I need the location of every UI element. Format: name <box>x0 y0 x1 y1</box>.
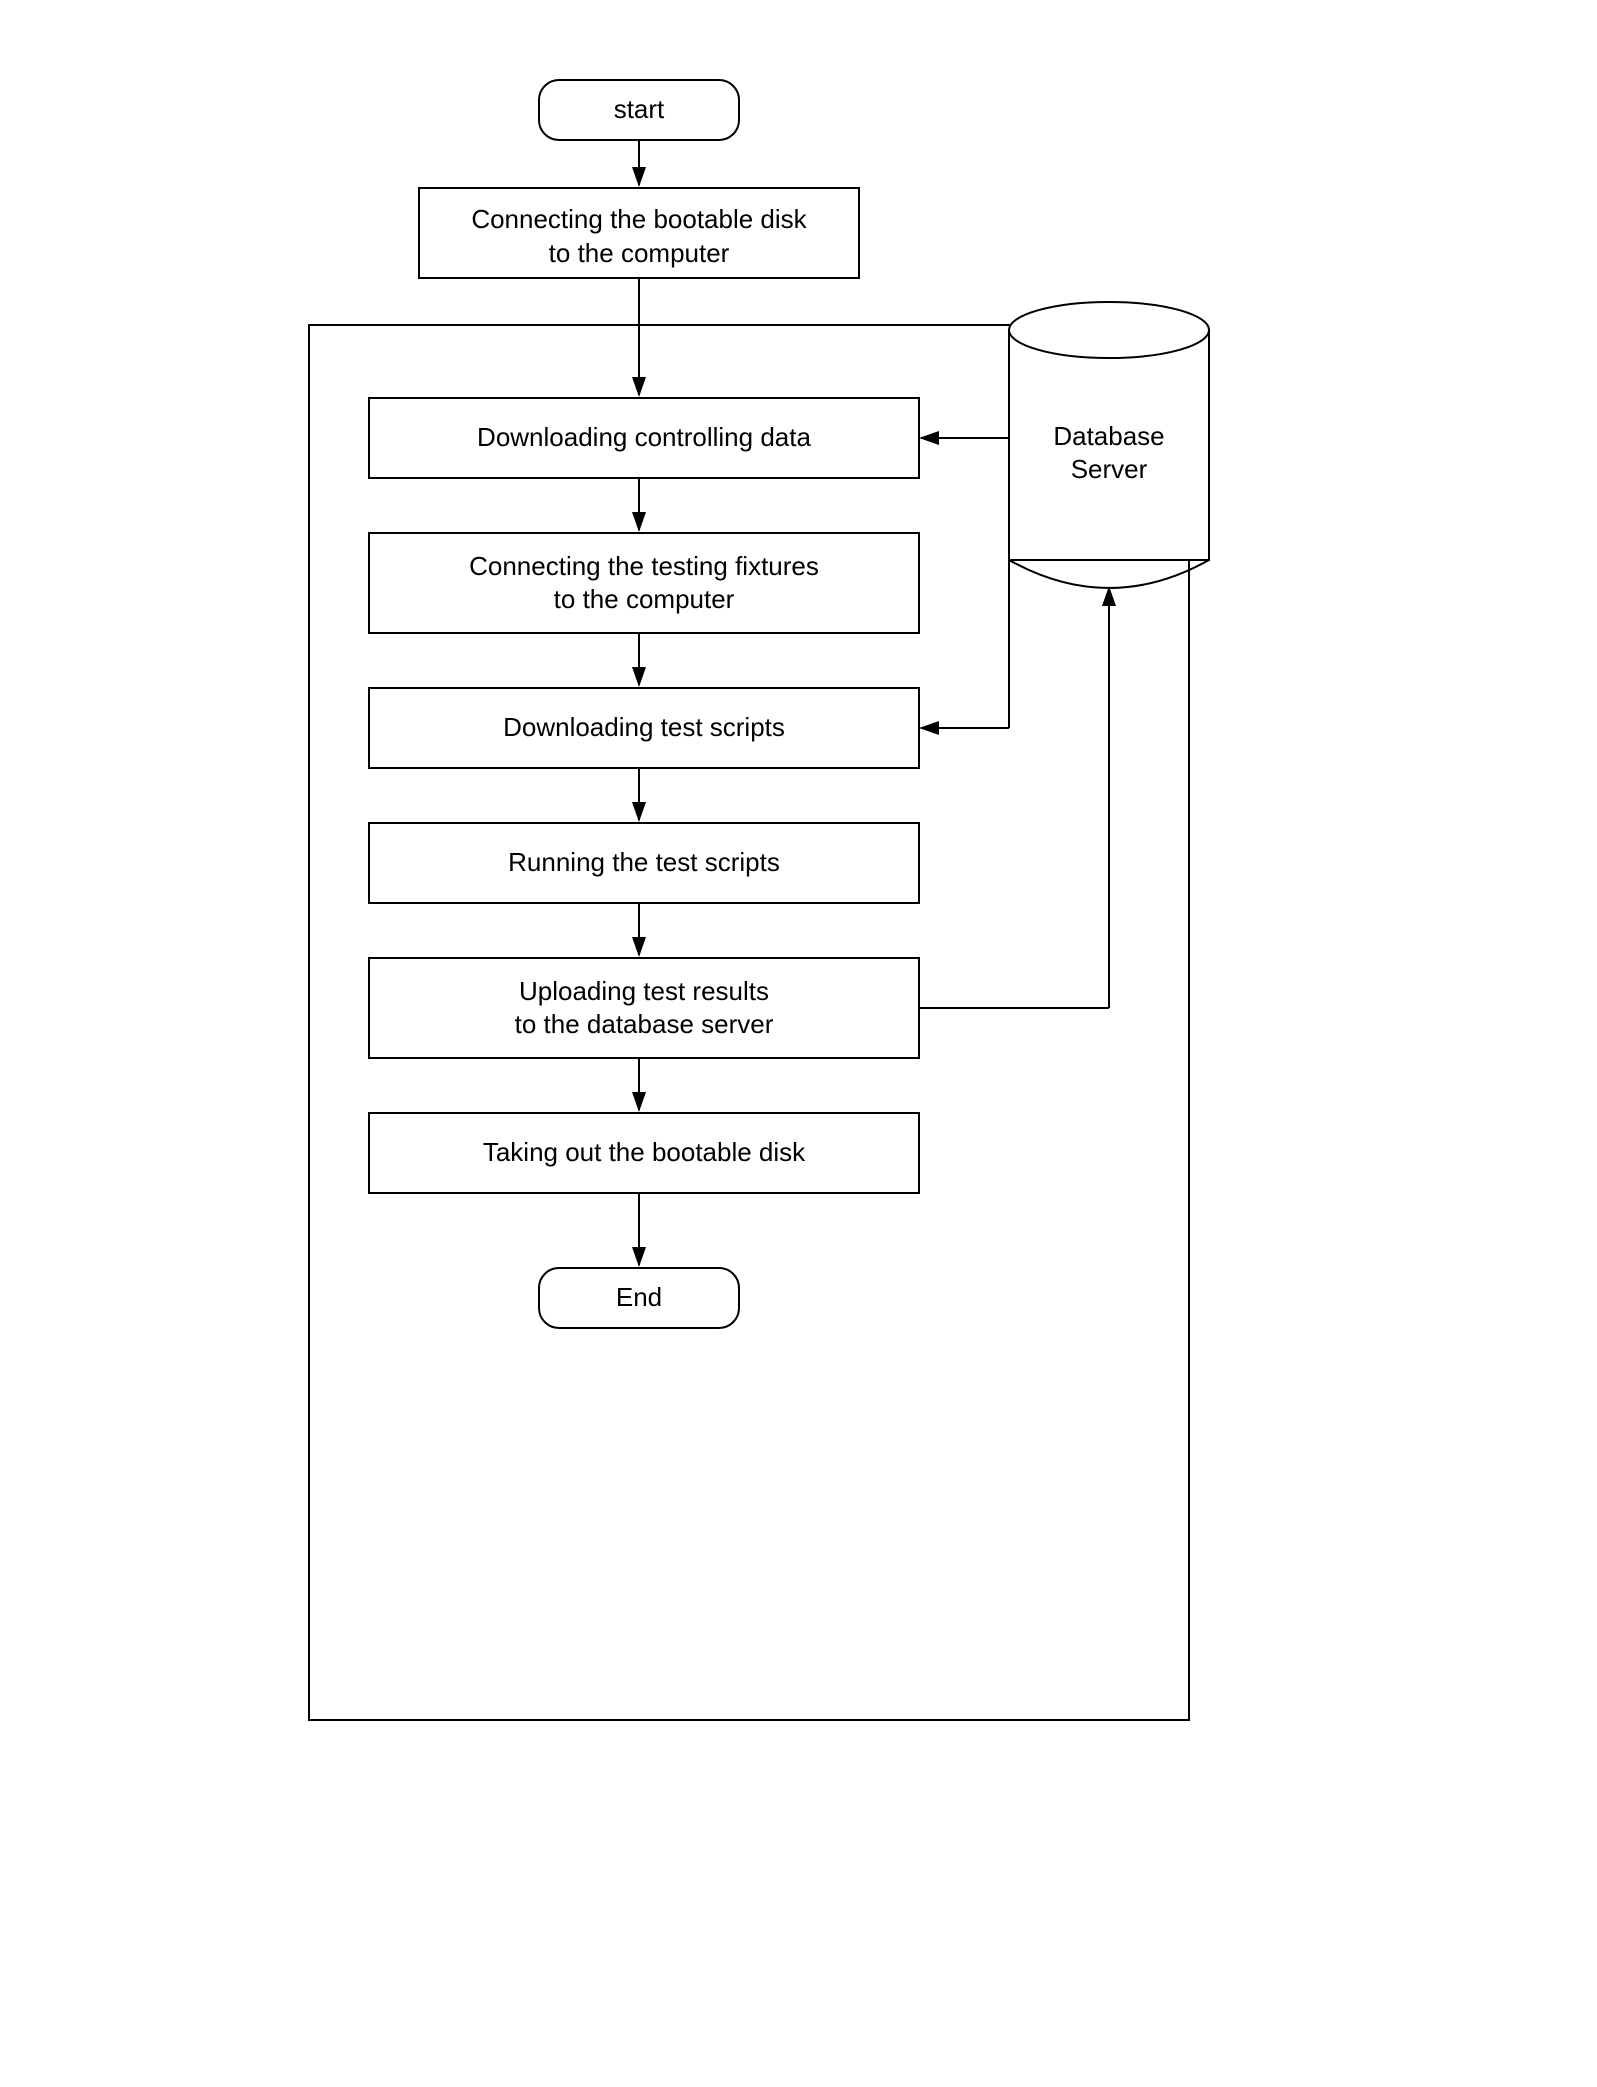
running-scripts-label: Running the test scripts <box>508 847 780 877</box>
end-label: End <box>615 1282 661 1312</box>
uploading-results-label-1: Uploading test results <box>518 976 768 1006</box>
start-label: start <box>613 94 664 124</box>
bootable-disk-label-2: to the computer <box>548 238 729 268</box>
db-server-label-2: Server <box>1070 454 1147 484</box>
downloading-data-label: Downloading controlling data <box>477 422 811 452</box>
fixtures-label-2: to the computer <box>553 584 734 614</box>
fixtures-label-1: Connecting the testing fixtures <box>469 551 819 581</box>
uploading-results-label-2: to the database server <box>514 1009 773 1039</box>
taking-out-label: Taking out the bootable disk <box>482 1137 805 1167</box>
flowchart-diagram: start Connecting the bootable disk to th… <box>249 40 1349 2040</box>
db-server-label-1: Database <box>1053 421 1164 451</box>
bootable-disk-label-1: Connecting the bootable disk <box>471 204 807 234</box>
downloading-scripts-label: Downloading test scripts <box>503 712 785 742</box>
flowchart-svg: start Connecting the bootable disk to th… <box>249 40 1349 2040</box>
